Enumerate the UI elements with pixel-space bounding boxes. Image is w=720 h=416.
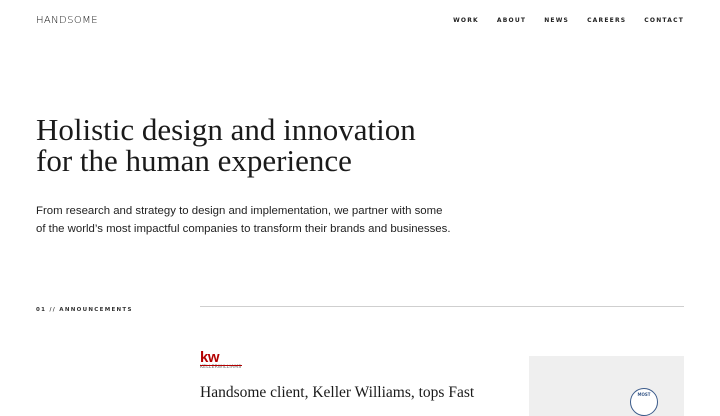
hero-title: Holistic design and innovation for the h… — [36, 114, 506, 176]
nav-item-about[interactable]: About — [497, 17, 526, 24]
award-badge-icon: MOST — [630, 388, 658, 416]
keller-williams-logo: kw KELLERWILLIAMS — [200, 349, 260, 373]
kw-logo-mark: kw — [200, 349, 220, 366]
hero-title-line-1: Holistic design and innovation — [36, 112, 416, 147]
section-label-announcements: 01 // Announcements — [36, 307, 133, 313]
award-badge-text: MOST — [637, 392, 651, 397]
nav-item-news[interactable]: News — [544, 17, 569, 24]
hero-title-line-2: for the human experience — [36, 143, 352, 178]
nav-item-contact[interactable]: Contact — [644, 17, 684, 24]
site-logo[interactable]: HANDSOME — [36, 15, 98, 26]
nav-item-work[interactable]: Work — [453, 17, 479, 24]
main-nav: Work About News Careers Contact — [453, 17, 684, 24]
section-divider — [200, 306, 684, 307]
kw-logo-underline — [200, 365, 242, 366]
nav-item-careers[interactable]: Careers — [587, 17, 626, 24]
announcement-headline[interactable]: Handsome client, Keller Williams, tops F… — [200, 384, 500, 402]
announcement-image[interactable]: MOST — [529, 356, 684, 416]
hero-subtitle-line-2: of the world’s most impactful companies … — [36, 223, 451, 235]
hero-subtitle: From research and strategy to design and… — [36, 202, 476, 238]
hero-subtitle-line-1: From research and strategy to design and… — [36, 205, 443, 217]
